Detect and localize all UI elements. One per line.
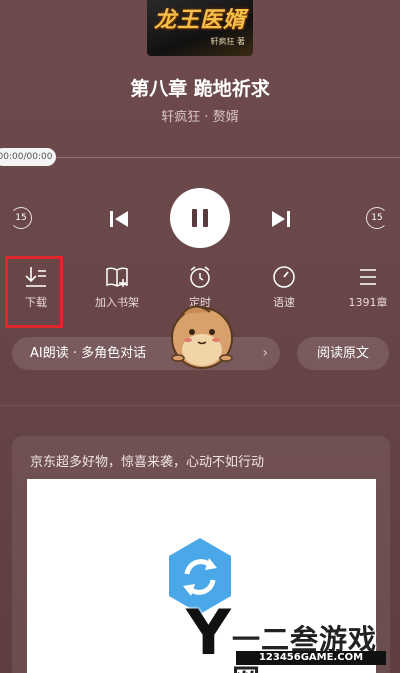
chapter-list-button[interactable]: 1391章 xyxy=(332,264,400,310)
cover-author: 轩疯狂 著 xyxy=(210,37,245,46)
skip-next-icon xyxy=(272,211,290,227)
skip-previous-icon xyxy=(110,211,128,227)
watermark-letter: Y xyxy=(186,596,231,669)
speed-gauge-icon xyxy=(273,266,295,288)
cover-title: 龙王医婿 xyxy=(153,7,246,33)
chapter-title: 第八章 跪地祈求 xyxy=(130,78,270,100)
skip-back-label: 15 xyxy=(15,213,27,223)
pause-icon xyxy=(192,209,197,227)
ad-text[interactable]: 京东超多好物，惊喜来袭，心动不如行动 xyxy=(30,451,264,470)
ai-read-label: AI朗读 · 多角色对话 xyxy=(30,346,147,361)
ai-read-button[interactable]: AI朗读 · 多角色对话 › xyxy=(12,337,280,370)
skip-forward-label: 15 xyxy=(371,213,383,223)
next-chapter-button[interactable] xyxy=(268,206,294,232)
speed-button[interactable]: 语速 xyxy=(248,264,320,310)
time-readout[interactable]: 00:00/00:00 xyxy=(0,148,56,166)
chevron-right-icon: › xyxy=(262,345,268,361)
book-subtitle: 轩疯狂 · 赘婿 xyxy=(161,110,239,125)
alarm-clock-icon xyxy=(190,266,210,288)
list-icon xyxy=(360,269,376,285)
skip-forward-15-button[interactable]: 15 xyxy=(366,207,388,229)
mascot-sticker xyxy=(171,305,233,369)
skip-back-15-button[interactable]: 15 xyxy=(10,207,32,229)
chapter-count-label: 1391章 xyxy=(348,296,388,309)
section-divider xyxy=(0,405,400,406)
add-to-bookshelf-label: 加入书架 xyxy=(95,296,139,309)
bookshelf-add-icon xyxy=(106,267,128,287)
speed-label: 语速 xyxy=(273,296,295,309)
previous-chapter-button[interactable] xyxy=(106,206,132,232)
download-highlight-box xyxy=(5,256,63,328)
book-cover: 龙王医婿 轩疯狂 著 xyxy=(147,0,253,56)
progress-bar[interactable]: 00:00/00:00 xyxy=(0,148,400,166)
add-to-bookshelf-button[interactable]: 加入书架 xyxy=(81,264,153,310)
progress-track[interactable] xyxy=(56,157,400,158)
read-original-button[interactable]: 阅读原文 xyxy=(297,337,389,370)
pause-button[interactable] xyxy=(170,188,230,248)
watermark-url: 123456GAME.COM xyxy=(236,651,386,665)
